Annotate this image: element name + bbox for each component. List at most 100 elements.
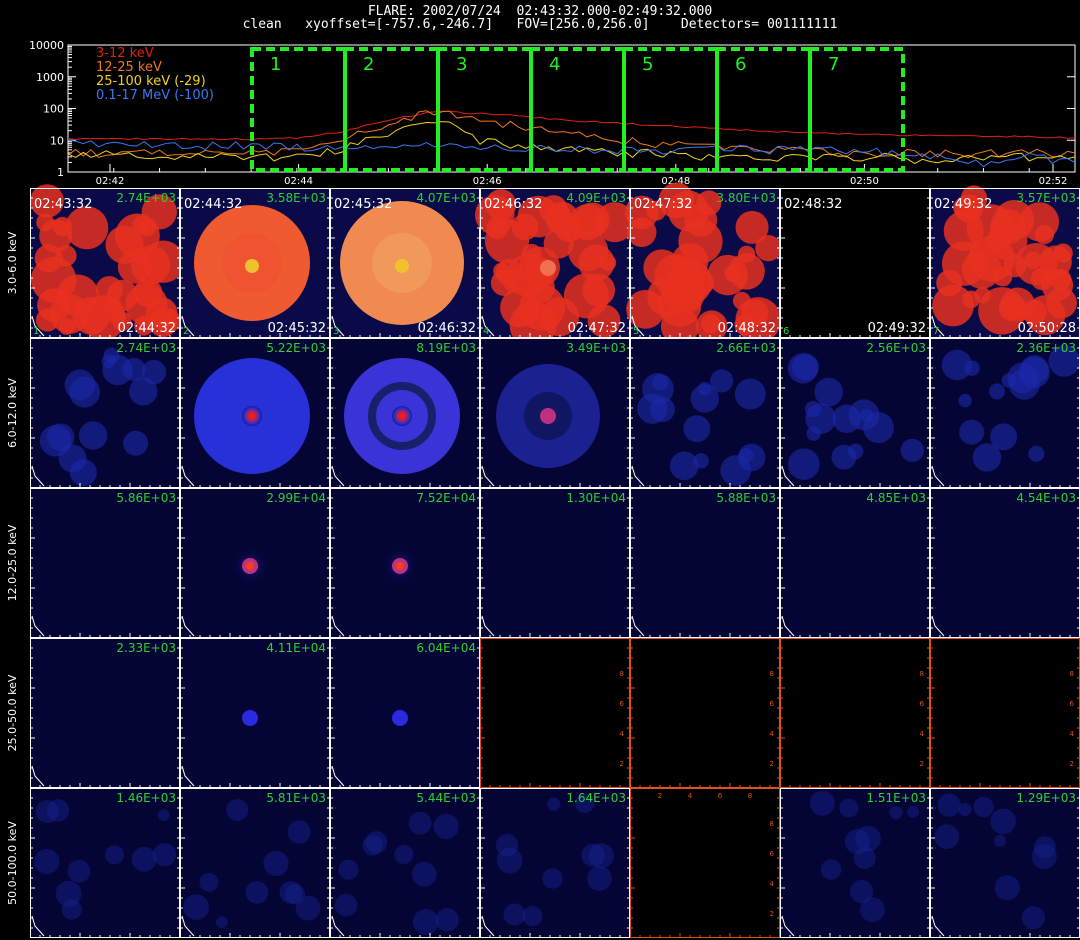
peak-value: 2.74E+03: [116, 191, 176, 205]
empty-axis-label: 2: [920, 760, 924, 768]
emission-blob: [934, 824, 960, 849]
column-index: 2: [183, 326, 189, 337]
emission-blob: [295, 895, 321, 921]
y-tick-label: 1000: [36, 71, 64, 84]
emission-blob: [993, 200, 1035, 241]
start-time: 02:43:32: [34, 197, 92, 212]
emission-blob: [263, 850, 289, 876]
empty-image: [780, 638, 930, 788]
image-background: [930, 488, 1080, 638]
emission-blob: [69, 459, 97, 487]
image-cell: 4.09E+03 02:46:32 02:47:32 4: [474, 188, 635, 349]
emission-blob: [226, 798, 249, 821]
image-cell: 2.74E+03 02:43:32 02:44:32 1: [30, 184, 185, 341]
legend-entry: 0.1-17 MeV (-100): [96, 88, 214, 103]
emission-blob: [106, 279, 139, 312]
empty-image: [480, 638, 630, 788]
emission-blob: [486, 217, 509, 240]
emission-blob: [863, 412, 895, 444]
peak-value: 1.29E+03: [1016, 791, 1076, 805]
energy-band-label: 12.0-25.0 keV: [6, 524, 19, 601]
flare-source: [242, 710, 258, 726]
empty-axis-label: 8: [620, 670, 624, 678]
empty-axis-label: 8: [748, 792, 752, 800]
image-cell: 2.74E+03: [30, 338, 180, 488]
peak-value: 3.58E+03: [266, 191, 326, 205]
peak-value: 1.30E+04: [566, 491, 626, 505]
emission-blob: [67, 859, 91, 883]
start-time: 02:44:32: [184, 197, 242, 212]
image-cell: 2 4 6 8: [630, 638, 780, 788]
image-cell: 5.88E+03: [630, 488, 780, 638]
interval-label: 1: [270, 54, 281, 75]
emission-blob: [724, 264, 742, 282]
image-background: [630, 488, 780, 638]
empty-axis-label: 4: [770, 880, 775, 888]
image-cell: 7.52E+04: [330, 488, 480, 638]
emission-blob: [338, 859, 359, 880]
image-cell: 5.22E+03: [180, 338, 330, 488]
peak-value: 1.64E+03: [566, 791, 626, 805]
image-background: [780, 488, 930, 638]
legend-entry: 25-100 keV (-29): [96, 74, 206, 89]
end-time: 02:48:32: [718, 321, 776, 336]
empty-axis-label: 8: [770, 670, 774, 678]
emission-blob: [806, 426, 821, 441]
emission-blob: [1008, 368, 1040, 400]
empty-image: [630, 638, 780, 788]
image-cell: 5.86E+03: [30, 488, 180, 638]
emission-blob: [183, 894, 210, 920]
flare-source: [392, 710, 408, 726]
emission-blob: [522, 271, 555, 304]
image-background: [480, 488, 630, 638]
y-tick-label: 100: [43, 103, 64, 116]
image-cell: 1.46E+03: [30, 788, 180, 938]
energy-band-label: 3.0-6.0 keV: [6, 231, 19, 294]
emission-blob: [496, 847, 523, 874]
emission-blob: [989, 383, 1006, 400]
flare-source: [540, 408, 556, 424]
interval-label: 6: [735, 54, 746, 75]
emission-blob: [495, 258, 524, 287]
flare-core: [246, 562, 254, 570]
energy-band-label: 25.0-50.0 keV: [6, 674, 19, 751]
peak-value: 2.56E+03: [866, 341, 926, 355]
emission-blob: [435, 908, 459, 932]
image-cell: 2 4 6 8: [780, 638, 930, 788]
empty-axis-label: 6: [718, 792, 723, 800]
peak-value: 2.74E+03: [116, 341, 176, 355]
emission-blob: [130, 245, 171, 285]
end-time: 02:46:32: [418, 321, 476, 336]
energy-band-label: 6.0-12.0 keV: [6, 378, 19, 448]
emission-blob: [245, 880, 269, 904]
image-cell: 2 2 4 4 6 6 8 8: [630, 788, 780, 938]
interval-label: 5: [642, 54, 653, 75]
emission-blob: [36, 213, 55, 232]
interval-label: 4: [549, 54, 560, 75]
emission-blob: [814, 377, 844, 407]
emission-blob: [693, 453, 709, 469]
emission-blob: [820, 859, 842, 880]
empty-axis-label: 6: [770, 850, 775, 858]
peak-value: 2.33E+03: [116, 641, 176, 655]
image-cell: 2 4 6 8: [480, 638, 630, 788]
peak-value: 4.07E+03: [416, 191, 476, 205]
emission-blob: [216, 916, 228, 929]
emission-blob: [433, 813, 459, 840]
empty-axis-label: 2: [658, 792, 662, 800]
empty-axis-label: 2: [770, 910, 774, 918]
emission-blob: [964, 360, 980, 376]
emission-blob: [1028, 445, 1045, 462]
emission-blob: [734, 378, 766, 410]
emission-blob: [958, 393, 972, 408]
emission-blob: [839, 798, 859, 818]
emission-blob: [287, 820, 311, 844]
emission-blob: [626, 217, 657, 248]
image-cell: 8.19E+03: [330, 338, 480, 488]
emission-blob: [990, 423, 1018, 451]
plot-frame: [67, 44, 1076, 173]
empty-axis-label: 4: [620, 730, 625, 738]
lightcurve-plot: 11010010001000002:42 02:44 02:46 02:48 02:50…: [29, 39, 1076, 186]
end-time: 02:44:32: [118, 321, 176, 336]
empty-axis-label: 8: [920, 670, 924, 678]
